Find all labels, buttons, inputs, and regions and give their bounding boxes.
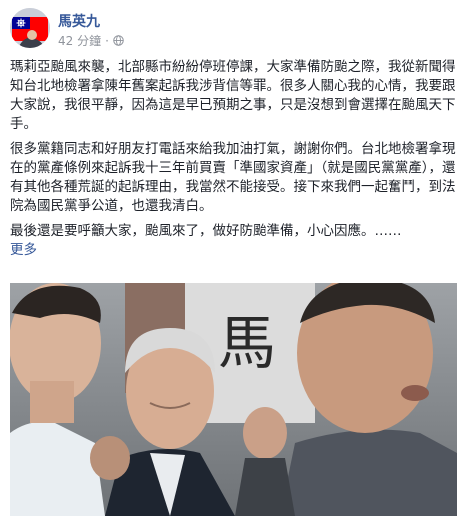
post-meta: 42 分鐘 · xyxy=(58,32,124,49)
see-more-link[interactable]: 更多 xyxy=(10,241,460,260)
press-photo-image: 馬 xyxy=(10,283,457,516)
post-header: 馬英九 42 分鐘 · xyxy=(10,8,460,52)
post-timestamp[interactable]: 42 分鐘 xyxy=(58,32,101,49)
post-body: 瑪莉亞颱風來襲，北部縣市紛紛停班停課，大家準備防颱之際，我從新聞得知台北地檢署拿… xyxy=(10,58,460,260)
author-name-link[interactable]: 馬英九 xyxy=(58,11,100,31)
meta-separator: · xyxy=(105,33,109,48)
post-paragraph: 最後還是要呼籲大家，颱風來了，做好防颱準備，小心因應。…… xyxy=(10,223,402,239)
author-avatar[interactable] xyxy=(10,8,50,48)
post-paragraph: 很多黨籍同志和好朋友打電話來給我加油打氣，謝謝你們。台北地檢署拿現在的黨產條例來… xyxy=(10,141,456,214)
post-paragraph: 瑪莉亞颱風來襲，北部縣市紛紛停班停課，大家準備防颱之際，我從新聞得知台北地檢署拿… xyxy=(10,59,456,132)
globe-icon[interactable] xyxy=(113,35,124,46)
photo-sign-text: 馬 xyxy=(218,309,276,377)
flag-avatar-icon xyxy=(10,8,50,48)
post-photo[interactable]: 馬 xyxy=(10,283,457,516)
facebook-post: 馬英九 42 分鐘 · 瑪莉亞颱風來襲，北部縣市紛紛停班停課，大家準備防颱之際，… xyxy=(0,0,467,522)
